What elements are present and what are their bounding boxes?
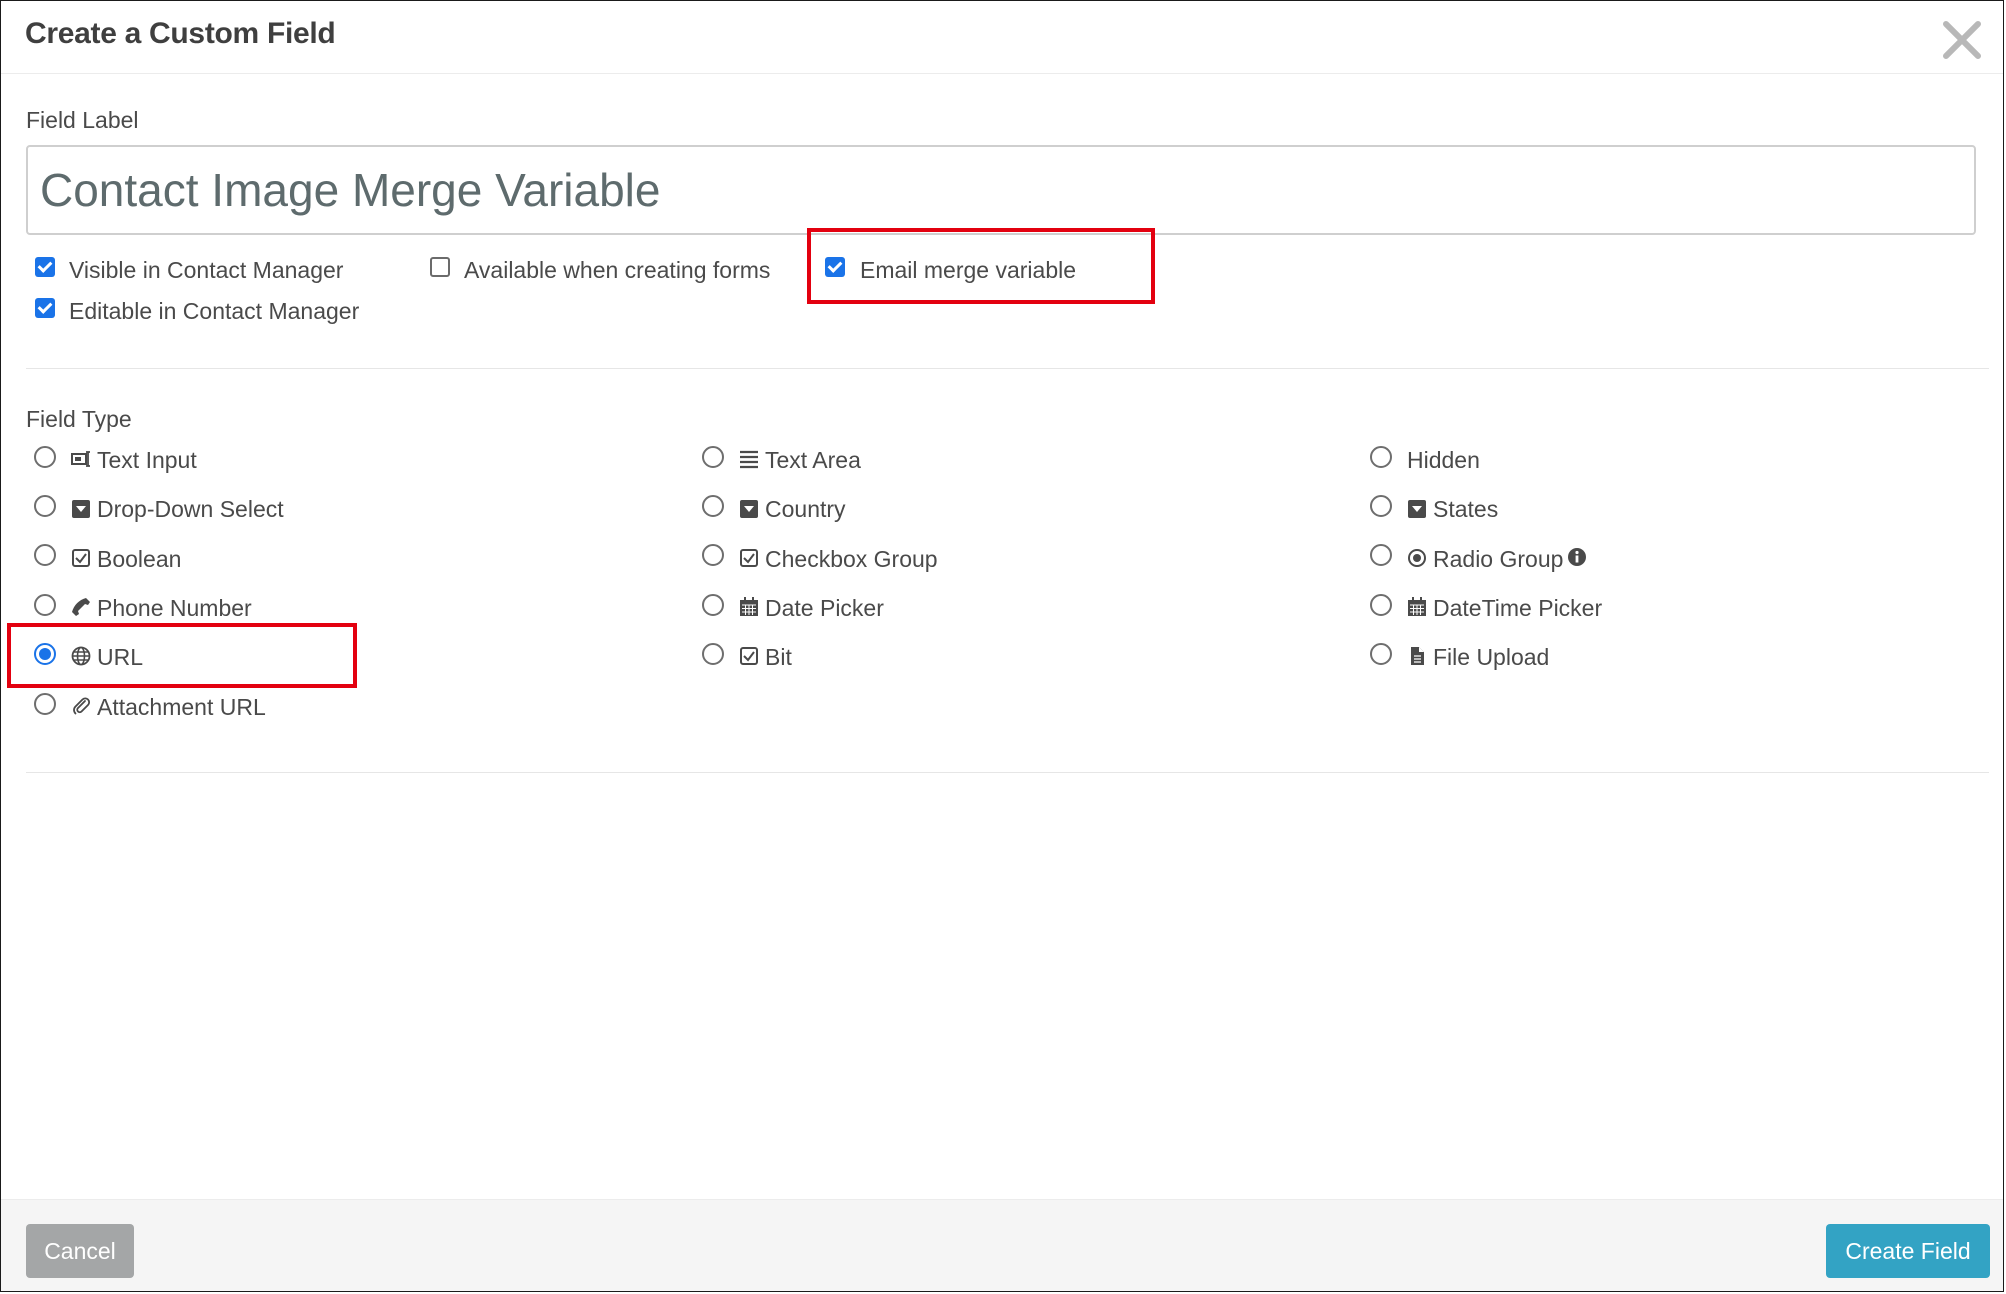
field-type-label: Country (765, 496, 846, 522)
dropdown-icon (740, 500, 758, 518)
paperclip-icon (73, 697, 91, 715)
available-forms-label: Available when creating forms (464, 257, 771, 283)
radio-button[interactable] (34, 693, 56, 715)
radio-button[interactable] (1370, 495, 1392, 517)
file-icon (1411, 647, 1424, 665)
close-icon[interactable] (1941, 19, 1983, 61)
highlight-box-email-merge (807, 228, 1155, 304)
field-type-label: Bit (765, 644, 792, 670)
field-label-input[interactable] (26, 145, 1976, 235)
dialog-header: Create a Custom Field (1, 1, 2003, 74)
calendar-icon (740, 597, 758, 616)
highlight-box-url (7, 623, 357, 688)
field-type-label: Date Picker (765, 595, 884, 621)
divider (26, 772, 1989, 773)
dropdown-icon (72, 500, 90, 518)
divider (26, 368, 1989, 369)
radio-button[interactable] (702, 446, 724, 468)
field-type-heading: Field Type (26, 406, 132, 432)
field-type-label: DateTime Picker (1433, 595, 1603, 621)
field-type-label: Attachment URL (97, 694, 266, 720)
radio-button[interactable] (702, 594, 724, 616)
radio-dot-icon (1408, 549, 1426, 567)
field-type-label: Phone Number (97, 595, 252, 621)
radio-button[interactable] (1370, 544, 1392, 566)
radio-button[interactable] (1370, 643, 1392, 665)
radio-button[interactable] (34, 446, 56, 468)
info-icon[interactable] (1567, 547, 1587, 567)
dropdown-icon (1408, 500, 1426, 518)
field-type-label: Text Input (97, 447, 197, 473)
calendar-icon (1408, 597, 1426, 616)
field-type-label: Hidden (1407, 447, 1480, 473)
radio-button[interactable] (702, 544, 724, 566)
lines-icon (740, 450, 758, 469)
radio-button[interactable] (34, 544, 56, 566)
phone-icon (72, 598, 90, 616)
radio-button[interactable] (702, 643, 724, 665)
field-type-label: File Upload (1433, 644, 1550, 670)
radio-button[interactable] (702, 495, 724, 517)
field-type-label: Checkbox Group (765, 546, 938, 572)
text-input-icon (71, 451, 90, 467)
radio-button[interactable] (1370, 594, 1392, 616)
checkbox-icon (740, 549, 758, 567)
available-forms-checkbox[interactable] (430, 257, 450, 277)
visible-label: Visible in Contact Manager (69, 257, 344, 283)
checkbox-icon (740, 647, 758, 665)
radio-button[interactable] (34, 495, 56, 517)
cancel-button[interactable]: Cancel (26, 1224, 134, 1278)
dialog-footer (1, 1199, 2003, 1291)
field-type-label: Radio Group (1433, 546, 1564, 572)
create-field-button[interactable]: Create Field (1826, 1224, 1990, 1278)
editable-checkbox[interactable] (35, 298, 55, 318)
field-type-label: States (1433, 496, 1499, 522)
create-custom-field-dialog: Create a Custom Field Field Label Visibl… (0, 0, 2004, 1292)
field-type-label: Text Area (765, 447, 861, 473)
checkbox-icon (72, 549, 90, 567)
field-type-label: Boolean (97, 546, 182, 572)
radio-button[interactable] (1370, 446, 1392, 468)
editable-label: Editable in Contact Manager (69, 298, 360, 324)
dialog-title: Create a Custom Field (25, 17, 336, 50)
radio-button[interactable] (34, 594, 56, 616)
field-label-heading: Field Label (26, 107, 139, 133)
visible-checkbox[interactable] (35, 257, 55, 277)
field-type-label: Drop-Down Select (97, 496, 284, 522)
